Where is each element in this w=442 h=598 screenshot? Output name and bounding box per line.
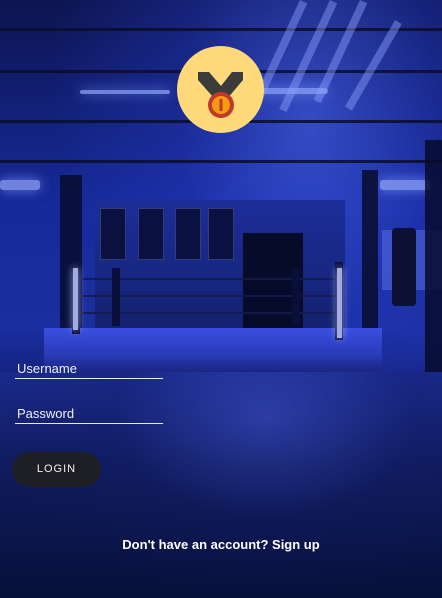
login-screen: LOGIN Don't have an account? Sign up [0,0,442,598]
password-input[interactable] [15,405,167,423]
app-logo [177,46,264,133]
ceiling-light [380,180,430,190]
ceiling-beam [0,28,442,31]
ceiling-pipe [345,20,402,111]
pillar [425,140,442,380]
password-field [15,405,167,424]
login-button[interactable]: LOGIN [12,452,101,487]
signup-link[interactable]: Don't have an account? Sign up [0,537,442,552]
wall-banner [175,208,201,260]
username-field [15,360,167,379]
username-input[interactable] [15,360,167,378]
wall-banner [100,208,126,260]
ceiling-beam [0,160,442,163]
punching-bag [392,228,416,306]
wall-banner [138,208,164,260]
ceiling-pipe [279,0,338,113]
ring-light [73,268,78,330]
ring-post [292,268,300,326]
ring-post [112,268,120,326]
ring-light [337,268,342,338]
medal-icon [198,72,243,118]
pillar [362,170,378,340]
ceiling-light [0,180,40,190]
wall-banner [208,208,234,260]
ceiling-light [80,90,170,94]
